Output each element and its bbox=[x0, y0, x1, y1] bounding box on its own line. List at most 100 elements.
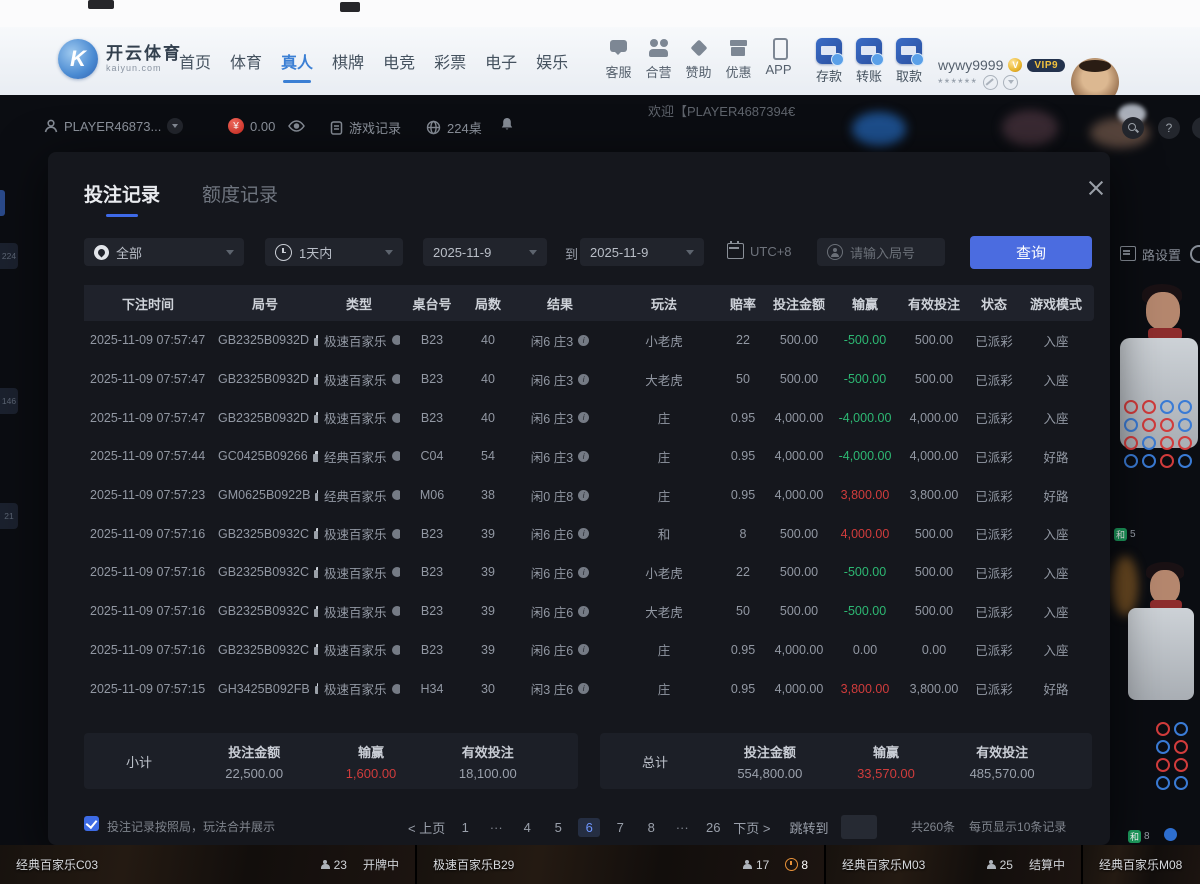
time-range-dropdown[interactable]: 1天内 bbox=[265, 238, 403, 266]
page-number[interactable]: 8 bbox=[640, 818, 662, 837]
quick-link[interactable]: 优惠 bbox=[722, 38, 755, 81]
nav-item[interactable]: 彩票 bbox=[431, 45, 469, 77]
page-number[interactable]: ··· bbox=[671, 818, 693, 837]
info-icon[interactable]: i bbox=[578, 644, 589, 655]
chevron-down-icon[interactable] bbox=[1003, 75, 1018, 90]
table-row[interactable]: 2025-11-09 07:57:47 GB2325B0932D 极速百家乐 B… bbox=[84, 398, 1094, 437]
help-button[interactable]: ? bbox=[1158, 117, 1180, 139]
info-icon[interactable]: i bbox=[578, 606, 589, 617]
query-button[interactable]: 查询 bbox=[970, 236, 1092, 269]
page-number[interactable]: 5 bbox=[547, 818, 569, 837]
info-icon[interactable]: i bbox=[578, 683, 589, 694]
quick-link[interactable]: 客服 bbox=[602, 38, 635, 81]
page-number[interactable]: 4 bbox=[516, 818, 538, 837]
nav-item[interactable]: 棋牌 bbox=[329, 45, 367, 77]
info-icon[interactable]: i bbox=[578, 490, 589, 501]
page-number[interactable]: 26 bbox=[702, 818, 724, 837]
copy-icon[interactable] bbox=[314, 644, 318, 655]
modal-tab[interactable]: 额度记录 bbox=[202, 180, 278, 207]
balance-visibility-toggle[interactable] bbox=[288, 120, 305, 132]
table-row[interactable]: 2025-11-09 07:57:16 GB2325B0932C 极速百家乐 B… bbox=[84, 514, 1094, 553]
table-row[interactable]: 2025-11-09 07:57:16 GB2325B0932C 极速百家乐 B… bbox=[84, 592, 1094, 631]
player-menu[interactable]: PLAYER46873... bbox=[44, 118, 183, 134]
username[interactable]: wywy9999 bbox=[938, 57, 1003, 73]
info-icon[interactable]: i bbox=[578, 451, 589, 462]
quick-link[interactable]: APP bbox=[762, 38, 795, 81]
live-table-tile[interactable]: 极速百家乐B29 17 8 bbox=[417, 845, 826, 884]
roadmap-ring bbox=[1156, 776, 1170, 790]
prev-page-button[interactable]: < 上页 bbox=[408, 818, 445, 837]
left-edge-tab[interactable]: 146 bbox=[0, 388, 18, 414]
nav-item[interactable]: 真人 bbox=[278, 45, 316, 77]
info-icon[interactable]: i bbox=[578, 335, 589, 346]
left-edge-tab[interactable]: 224 bbox=[0, 243, 18, 269]
roadmap-ring bbox=[1160, 400, 1174, 414]
copy-icon[interactable] bbox=[314, 374, 318, 385]
wallet-link[interactable]: 转账 bbox=[852, 38, 886, 85]
table-row[interactable]: 2025-11-09 07:57:16 GB2325B0932C 极速百家乐 B… bbox=[84, 631, 1094, 670]
copy-icon[interactable] bbox=[314, 335, 318, 346]
game-record-link[interactable]: 游戏记录 bbox=[330, 118, 401, 137]
info-icon[interactable]: i bbox=[578, 374, 589, 385]
info-icon[interactable]: i bbox=[578, 567, 589, 578]
copy-icon[interactable] bbox=[315, 683, 318, 694]
date-to-picker[interactable]: 2025-11-9 bbox=[580, 238, 704, 266]
left-edge-tab[interactable] bbox=[0, 190, 5, 216]
live-table-tile[interactable]: 经典百家乐C03 23 开牌中 bbox=[0, 845, 417, 884]
quick-link[interactable]: 赞助 bbox=[682, 38, 715, 81]
copy-icon[interactable] bbox=[314, 412, 318, 423]
road-grid-icon[interactable] bbox=[1120, 246, 1136, 261]
copy-icon[interactable] bbox=[315, 490, 318, 501]
cell-play-type: 庄 bbox=[608, 631, 720, 670]
left-edge-tab[interactable]: 21 bbox=[0, 503, 18, 529]
chevron-down-icon[interactable] bbox=[167, 118, 183, 134]
gear-icon[interactable] bbox=[1190, 245, 1200, 263]
copy-icon[interactable] bbox=[313, 451, 318, 462]
page-number[interactable]: 7 bbox=[609, 818, 631, 837]
copy-icon[interactable] bbox=[314, 528, 318, 539]
nav-item[interactable]: 首页 bbox=[176, 45, 214, 77]
table-row[interactable]: 2025-11-09 07:57:47 GB2325B0932D 极速百家乐 B… bbox=[84, 321, 1094, 360]
info-icon[interactable]: i bbox=[578, 528, 589, 539]
nav-item[interactable]: 体育 bbox=[227, 45, 265, 77]
table-row[interactable]: 2025-11-09 07:57:16 GB2325B0932C 极速百家乐 B… bbox=[84, 553, 1094, 592]
game-type-dropdown[interactable]: 全部 bbox=[84, 238, 244, 266]
nav-item[interactable]: 娱乐 bbox=[533, 45, 571, 77]
search-table-button[interactable] bbox=[1122, 117, 1144, 139]
wallet-link[interactable]: 取款 bbox=[892, 38, 926, 85]
page-number[interactable]: 6 bbox=[578, 818, 600, 837]
merge-display-checkbox[interactable] bbox=[84, 816, 99, 831]
table-row[interactable]: 2025-11-09 07:57:47 GB2325B0932D 极速百家乐 B… bbox=[84, 360, 1094, 399]
balance-display[interactable]: ¥ 0.00 bbox=[228, 118, 275, 134]
jump-to-input[interactable] bbox=[841, 815, 877, 839]
copy-icon[interactable] bbox=[314, 567, 318, 578]
live-table-tile[interactable]: 经典百家乐M03 25 结算中 bbox=[826, 845, 1083, 884]
cell-table-id: H34 bbox=[400, 669, 464, 708]
more-button[interactable] bbox=[1192, 117, 1200, 139]
nav-item[interactable]: 电竞 bbox=[380, 45, 418, 77]
live-table-tile[interactable]: 经典百家乐M08 bbox=[1083, 845, 1200, 884]
notifications[interactable] bbox=[500, 117, 514, 132]
timezone-display[interactable]: UTC+8 bbox=[727, 243, 792, 259]
modal-tab[interactable]: 投注记录 bbox=[84, 180, 160, 207]
copy-icon[interactable] bbox=[314, 606, 318, 617]
date-from-picker[interactable]: 2025-11-9 bbox=[423, 238, 547, 266]
tables-count[interactable]: 224桌 bbox=[426, 118, 482, 137]
info-icon[interactable]: i bbox=[578, 412, 589, 423]
cell-round-id: GH3425B092FB bbox=[218, 682, 310, 696]
win-loss-column-label: 输赢 bbox=[857, 742, 915, 761]
page-number[interactable]: ··· bbox=[485, 818, 507, 837]
round-id-input[interactable]: 请输入局号 bbox=[817, 238, 945, 266]
road-settings-label[interactable]: 路设置 bbox=[1142, 245, 1181, 264]
table-row[interactable]: 2025-11-09 07:57:44 GC0425B09266 经典百家乐 C… bbox=[84, 437, 1094, 476]
table-row[interactable]: 2025-11-09 07:57:15 GH3425B092FB 极速百家乐 H… bbox=[84, 669, 1094, 708]
nav-item[interactable]: 电子 bbox=[482, 45, 520, 77]
eye-slash-icon[interactable] bbox=[983, 75, 998, 90]
close-icon[interactable] bbox=[1086, 178, 1106, 198]
quick-link[interactable]: 合营 bbox=[642, 38, 675, 81]
brand-logo[interactable]: K 开云体育 kaiyun.com bbox=[58, 39, 182, 79]
wallet-link[interactable]: 存款 bbox=[812, 38, 846, 85]
table-row[interactable]: 2025-11-09 07:57:23 GM0625B0922B 经典百家乐 M… bbox=[84, 476, 1094, 515]
next-page-button[interactable]: 下页 > bbox=[733, 818, 770, 837]
page-number[interactable]: 1 bbox=[454, 818, 476, 837]
